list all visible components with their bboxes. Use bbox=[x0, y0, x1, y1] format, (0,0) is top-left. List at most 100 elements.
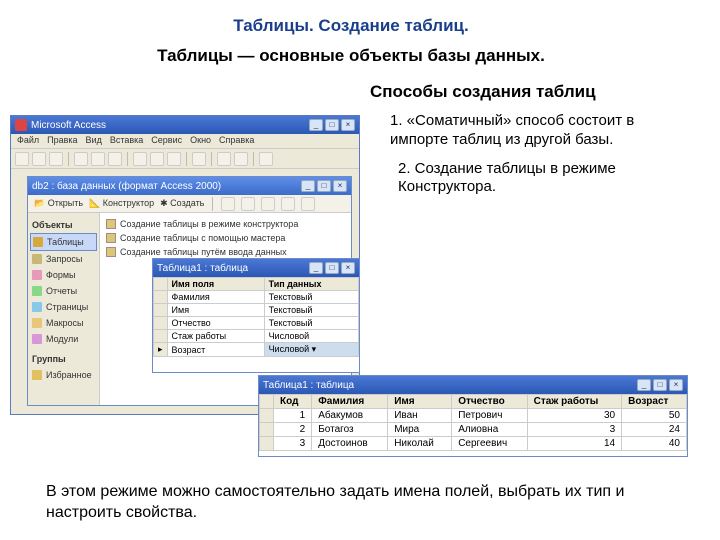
col-lastname[interactable]: Фамилия bbox=[312, 395, 388, 409]
nav-pages[interactable]: Страницы bbox=[30, 299, 97, 315]
close-button[interactable]: × bbox=[341, 119, 355, 131]
list-item[interactable]: Создание таблицы путём ввода данных bbox=[104, 245, 347, 259]
db-title: db2 : база данных (формат Access 2000) bbox=[32, 181, 221, 192]
col-fieldname[interactable]: Имя поля bbox=[167, 278, 264, 291]
cell[interactable]: Имя bbox=[167, 304, 264, 317]
col-patronymic[interactable]: Отчество bbox=[452, 395, 527, 409]
db-toolbar: 📂 Открыть 📐 Конструктор ✱ Создать bbox=[28, 195, 351, 213]
cell[interactable]: Текстовый bbox=[264, 317, 358, 330]
nav-tables[interactable]: Таблицы bbox=[30, 233, 97, 251]
tb-preview-icon[interactable] bbox=[91, 152, 105, 166]
create-icon bbox=[106, 219, 116, 229]
datasheet-grid[interactable]: Код Фамилия Имя Отчество Стаж работы Воз… bbox=[259, 394, 687, 451]
forms-icon bbox=[32, 270, 42, 280]
design-max-button[interactable]: □ bbox=[325, 262, 339, 274]
design-titlebar: Таблица1 : таблица _ □ × bbox=[153, 259, 359, 277]
cell[interactable]: Отчество bbox=[167, 317, 264, 330]
db-max-button[interactable]: □ bbox=[317, 180, 331, 192]
nav-groups-header: Группы bbox=[30, 351, 97, 367]
footer-note: В этом режиме можно самостоятельно задат… bbox=[46, 482, 690, 524]
db-view-list-icon[interactable] bbox=[281, 197, 295, 211]
nav-reports[interactable]: Отчеты bbox=[30, 283, 97, 299]
sheet-max-button[interactable]: □ bbox=[653, 379, 667, 391]
col-experience[interactable]: Стаж работы bbox=[527, 395, 622, 409]
db-view-small-icon[interactable] bbox=[261, 197, 275, 211]
tb-spell-icon[interactable] bbox=[108, 152, 122, 166]
menubar: Файл Правка Вид Вставка Сервис Окно Спра… bbox=[11, 134, 359, 149]
fav-icon bbox=[32, 370, 42, 380]
cell[interactable]: Текстовый bbox=[264, 291, 358, 304]
db-design-button[interactable]: 📐 Конструктор bbox=[89, 198, 154, 209]
queries-icon bbox=[32, 254, 42, 264]
design-close-button[interactable]: × bbox=[341, 262, 355, 274]
design-min-button[interactable]: _ bbox=[309, 262, 323, 274]
bullet-2: 2. Создание таблицы в режиме Конструктор… bbox=[390, 160, 692, 198]
menu-file[interactable]: Файл bbox=[17, 135, 39, 147]
list-item[interactable]: Создание таблицы в режиме конструктора bbox=[104, 217, 347, 231]
db-view-large-icon[interactable] bbox=[241, 197, 255, 211]
db-close-button[interactable]: × bbox=[333, 180, 347, 192]
tb-print-icon[interactable] bbox=[74, 152, 88, 166]
cell[interactable]: Стаж работы bbox=[167, 330, 264, 343]
menu-insert[interactable]: Вставка bbox=[110, 135, 143, 147]
design-grid[interactable]: Имя поляТип данных ФамилияТекстовый ИмяТ… bbox=[153, 277, 359, 357]
sheet-close-button[interactable]: × bbox=[669, 379, 683, 391]
tables-icon bbox=[33, 237, 43, 247]
macros-icon bbox=[32, 318, 42, 328]
menu-window[interactable]: Окно bbox=[190, 135, 211, 147]
db-min-button[interactable]: _ bbox=[301, 180, 315, 192]
db-new-button[interactable]: ✱ Создать bbox=[160, 198, 204, 209]
tb-new-icon[interactable] bbox=[15, 152, 29, 166]
col-datatype[interactable]: Тип данных bbox=[264, 278, 358, 291]
minimize-button[interactable]: _ bbox=[309, 119, 323, 131]
sheet-titlebar: Таблица1 : таблица _ □ × bbox=[259, 376, 687, 394]
col-id[interactable]: Код bbox=[274, 395, 312, 409]
menu-view[interactable]: Вид bbox=[86, 135, 102, 147]
datasheet-window: Таблица1 : таблица _ □ × Код Фамилия Имя… bbox=[258, 375, 688, 457]
sheet-min-button[interactable]: _ bbox=[637, 379, 651, 391]
tb-copy-icon[interactable] bbox=[150, 152, 164, 166]
tb-save-icon[interactable] bbox=[49, 152, 63, 166]
db-open-button[interactable]: 📂 Открыть bbox=[34, 198, 83, 209]
tb-help-icon[interactable] bbox=[259, 152, 273, 166]
cell[interactable]: Текстовый bbox=[264, 304, 358, 317]
nav-forms[interactable]: Формы bbox=[30, 267, 97, 283]
menu-help[interactable]: Справка bbox=[219, 135, 254, 147]
col-age[interactable]: Возраст bbox=[622, 395, 687, 409]
create-icon bbox=[106, 233, 116, 243]
cell[interactable]: Числовой bbox=[264, 330, 358, 343]
db-delete-icon[interactable] bbox=[221, 197, 235, 211]
nav-macros[interactable]: Макросы bbox=[30, 315, 97, 331]
cell[interactable]: Фамилия bbox=[167, 291, 264, 304]
col-firstname[interactable]: Имя bbox=[388, 395, 452, 409]
db-nav: Объекты Таблицы Запросы Формы Отчеты Стр… bbox=[28, 213, 100, 405]
create-icon bbox=[106, 247, 116, 257]
nav-queries[interactable]: Запросы bbox=[30, 251, 97, 267]
table-row[interactable]: 2БотагозМираАлиовна324 bbox=[260, 423, 687, 437]
tb-rel-icon[interactable] bbox=[217, 152, 231, 166]
menu-edit[interactable]: Правка bbox=[47, 135, 77, 147]
modules-icon bbox=[32, 334, 42, 344]
section-heading: Способы создания таблиц bbox=[370, 82, 692, 102]
db-titlebar: db2 : база данных (формат Access 2000) _… bbox=[28, 177, 351, 195]
table-row[interactable]: 1АбакумовИванПетрович3050 bbox=[260, 409, 687, 423]
tb-cut-icon[interactable] bbox=[133, 152, 147, 166]
tb-paste-icon[interactable] bbox=[167, 152, 181, 166]
cell[interactable]: Возраст bbox=[167, 343, 264, 357]
nav-favorites[interactable]: Избранное bbox=[30, 367, 97, 383]
slide-title: Таблицы. Создание таблиц. bbox=[10, 16, 692, 36]
access-titlebar: Microsoft Access _ □ × bbox=[11, 116, 359, 134]
row-selector-icon[interactable]: ▸ bbox=[154, 343, 168, 357]
db-view-detail-icon[interactable] bbox=[301, 197, 315, 211]
maximize-button[interactable]: □ bbox=[325, 119, 339, 131]
tb-analyze-icon[interactable] bbox=[234, 152, 248, 166]
cell-selected[interactable]: Числовой ▾ bbox=[264, 343, 358, 357]
nav-modules[interactable]: Модули bbox=[30, 331, 97, 347]
tb-open-icon[interactable] bbox=[32, 152, 46, 166]
sheet-title: Таблица1 : таблица bbox=[263, 380, 354, 391]
list-item[interactable]: Создание таблицы с помощью мастера bbox=[104, 231, 347, 245]
pages-icon bbox=[32, 302, 42, 312]
menu-tools[interactable]: Сервис bbox=[151, 135, 182, 147]
table-row[interactable]: 3ДостоиновНиколайСергеевич1440 bbox=[260, 437, 687, 451]
tb-undo-icon[interactable] bbox=[192, 152, 206, 166]
